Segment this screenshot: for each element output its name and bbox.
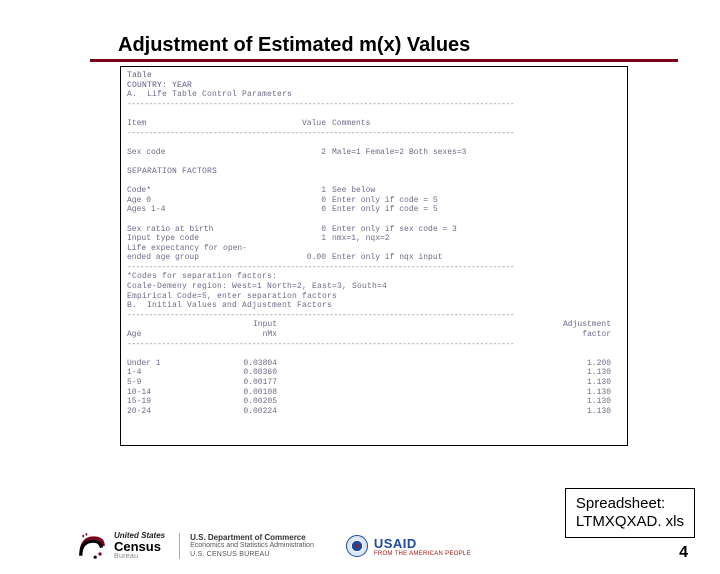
h-value: Value bbox=[282, 119, 332, 129]
note2: Coale-Demeny region: West=1 North=2, Eas… bbox=[127, 282, 621, 292]
h-item: Item bbox=[127, 119, 282, 129]
doc-block: U.S. Department of Commerce Economics an… bbox=[179, 533, 314, 559]
census-text: United States Census Bureau bbox=[114, 532, 165, 560]
footer-logos: United States Census Bureau U.S. Departm… bbox=[74, 530, 471, 562]
spreadsheet-label: Spreadsheet: bbox=[576, 495, 684, 513]
code-row: Code* 1 See below bbox=[127, 186, 621, 196]
b-header1: Input Adjustment bbox=[127, 320, 621, 330]
b-header2: Age nMx factor bbox=[127, 330, 621, 340]
usaid-seal-icon bbox=[346, 535, 368, 557]
itc-row: Input type code 1 nmx=1, nqx=2 bbox=[127, 234, 621, 244]
header-row: Item Value Comments bbox=[127, 119, 621, 129]
country-year: COUNTRY: YEAR bbox=[127, 81, 621, 91]
section-b-title: B. Initial Values and Adjustment Factors bbox=[127, 301, 621, 311]
le-row2: ended age group 0.00 Enter only if nqx i… bbox=[127, 253, 621, 263]
sex-row: Sex code 2 Male=1 Female=2 Both sexes=3 bbox=[127, 148, 621, 158]
le-row1: Life expectancy for open- bbox=[127, 244, 621, 254]
divider: ----------------------------------------… bbox=[127, 129, 621, 139]
srb-row: Sex ratio at birth 0 Enter only if sex c… bbox=[127, 225, 621, 235]
spreadsheet-callout: Spreadsheet: LTMXQXAD. xls bbox=[565, 488, 695, 538]
note3: Empirical Code=5, enter separation facto… bbox=[127, 292, 621, 302]
divider: ----------------------------------------… bbox=[127, 311, 621, 321]
age0-row: Age 0 0 Enter only if code = 5 bbox=[127, 196, 621, 206]
table-row: 20-24 0.00224 1.130 bbox=[127, 407, 621, 417]
h-comments: Comments bbox=[332, 119, 621, 129]
table-row: 15-19 0.00205 1.130 bbox=[127, 397, 621, 407]
age14-row: Ages 1-4 0 Enter only if code = 5 bbox=[127, 205, 621, 215]
divider: ----------------------------------------… bbox=[127, 340, 621, 350]
life-table-frame: Table COUNTRY: YEAR A. Life Table Contro… bbox=[120, 66, 628, 446]
table-row: 5-9 0.00177 1.130 bbox=[127, 378, 621, 388]
section-a-title: A. Life Table Control Parameters bbox=[127, 90, 621, 100]
page-title: Adjustment of Estimated m(x) Values bbox=[90, 34, 678, 57]
divider: ----------------------------------------… bbox=[127, 100, 621, 110]
table-label: Table bbox=[127, 71, 621, 81]
usaid-logo: USAID FROM THE AMERICAN PEOPLE bbox=[346, 535, 471, 557]
spreadsheet-file: LTMXQXAD. xls bbox=[576, 513, 684, 531]
title-bar: Adjustment of Estimated m(x) Values bbox=[90, 34, 678, 62]
census-icon bbox=[74, 530, 110, 562]
sep-factors-title: SEPARATION FACTORS bbox=[127, 167, 621, 177]
table-row: 1-4 0.00360 1.130 bbox=[127, 368, 621, 378]
page-number: 4 bbox=[679, 544, 688, 562]
note1: *Codes for separation factors: bbox=[127, 272, 621, 282]
table-row: Under 1 0.03804 1.200 bbox=[127, 359, 621, 369]
table-row: 10-14 0.00108 1.130 bbox=[127, 388, 621, 398]
divider-blank bbox=[127, 109, 621, 119]
divider: ----------------------------------------… bbox=[127, 263, 621, 273]
census-logo: United States Census Bureau bbox=[74, 530, 165, 562]
